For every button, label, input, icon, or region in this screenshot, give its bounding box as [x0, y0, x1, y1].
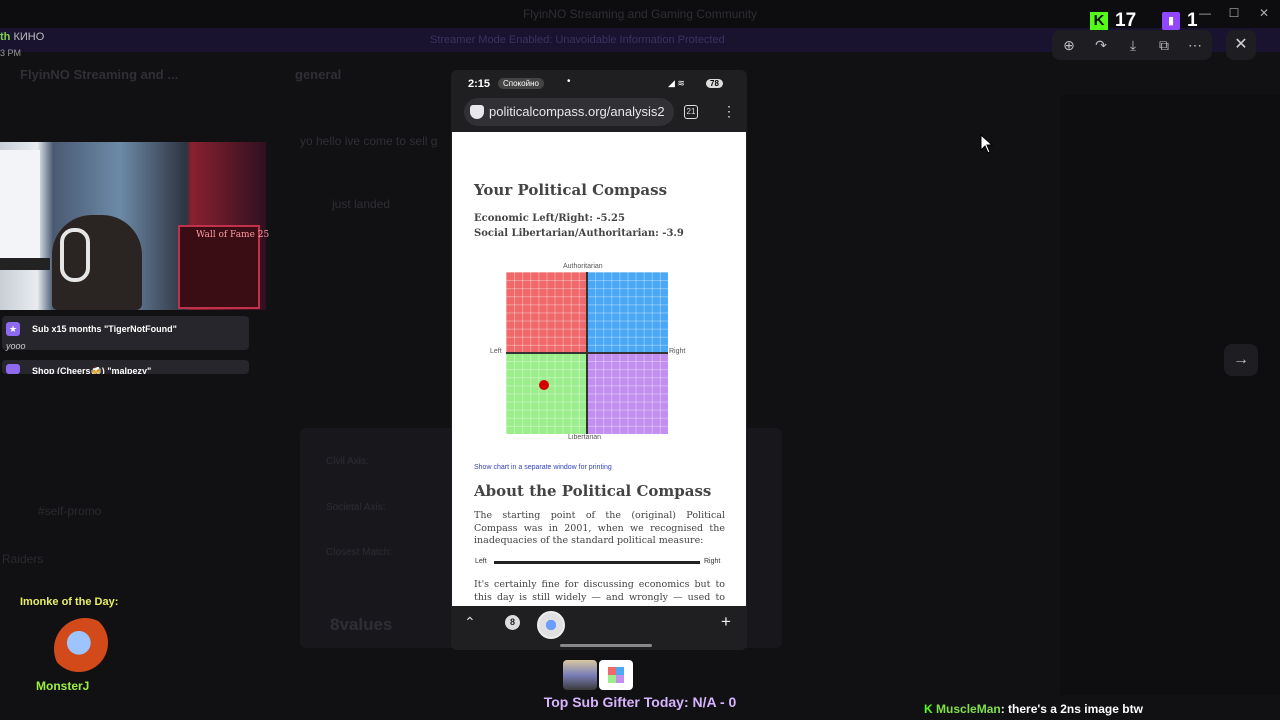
server-name[interactable]: FlyinNO Streaming and ...	[20, 67, 178, 82]
status-dot: •	[567, 76, 571, 87]
quadrant-lib-right	[587, 353, 668, 434]
more-icon[interactable]: ⋯	[1186, 36, 1204, 54]
twitch-viewer-count: 1	[1187, 10, 1198, 31]
shop-icon	[6, 364, 20, 374]
chat-username: MuscleMan	[936, 702, 1001, 716]
quadrant-auth-right	[587, 272, 668, 353]
stream-time: 3 PM	[0, 48, 22, 58]
axis-label-right: Right	[669, 348, 686, 355]
browser-bottom-bar	[452, 606, 746, 644]
member-list-panel	[1060, 95, 1280, 695]
star-icon: ★	[6, 322, 20, 336]
url-text[interactable]: politicalcompass.org/analysis2	[489, 104, 665, 119]
monke-of-day-title: Imonke of the Day:	[20, 596, 119, 608]
modal-title: 8values	[330, 615, 393, 634]
chevron-up-icon[interactable]: ⌃	[464, 614, 476, 631]
axis-label-top: Authoritarian	[563, 263, 603, 270]
mouse-cursor-icon	[980, 134, 994, 154]
channel-name: general	[295, 67, 342, 82]
social-score: Social Libertarian/Authoritarian: -3.9	[474, 228, 684, 239]
quadrant-lib-left	[506, 353, 587, 434]
badge-label: КИНО	[13, 31, 45, 43]
quadrant-auth-left	[506, 272, 587, 353]
download-icon[interactable]: ⤓	[1124, 36, 1142, 54]
print-chart-link[interactable]: Show chart in a separate window for prin…	[474, 464, 612, 471]
about-paragraph: The starting point of the (original) Pol…	[474, 510, 725, 546]
kick-icon: K	[1090, 12, 1108, 30]
maximize-button[interactable]: ☐	[1227, 6, 1241, 20]
monke-of-day-name: MonsterJ	[36, 679, 90, 693]
browser-menu-icon[interactable]: ⋮	[722, 103, 736, 120]
tabs-button[interactable]: 8	[505, 615, 520, 630]
sidebar-section-raiders: Raiders	[2, 552, 44, 566]
webcam-keyboard	[0, 258, 50, 270]
background-window-title: FlyinNO Streaming and Gaming Community	[522, 7, 758, 21]
twitch-icon: ▮	[1162, 12, 1180, 30]
economic-score: Economic Left/Right: -5.25	[474, 213, 625, 224]
modal-row-civil: Civil Axis:	[326, 456, 369, 467]
modal-row-societal: Societal Axis:	[326, 502, 386, 513]
political-compass-chart	[506, 272, 668, 434]
window-close-button[interactable]: ✕	[1257, 6, 1271, 20]
modal-row-closest: Closest Match:	[326, 547, 393, 558]
webcam-window-light	[0, 150, 40, 258]
alert-sub-message: yooo	[6, 341, 26, 351]
tab-switcher-icon[interactable]: 21	[684, 105, 698, 119]
background-message-1: yo hello ive come to sell g	[300, 134, 438, 148]
next-image-button[interactable]: →	[1224, 344, 1258, 376]
new-tab-icon[interactable]: +	[721, 612, 731, 632]
active-tab-icon[interactable]	[537, 611, 565, 639]
thumbnail-1[interactable]	[563, 660, 597, 690]
left-right-scale	[494, 561, 700, 564]
shield-icon	[470, 105, 484, 119]
webcam-sign-text: Wall of Fame 25	[196, 230, 270, 240]
gesture-bar	[560, 644, 652, 647]
monke-logo-icon	[54, 618, 116, 680]
stream-badge: th КИНО	[0, 31, 44, 43]
alert-shop-title: Shop (Cheers🍻) "malpezy"	[32, 366, 152, 374]
kick-chat-icon: K	[924, 702, 933, 716]
battery-level: 78	[706, 79, 723, 88]
chat-text: : there's a 2ns image btw	[1000, 702, 1143, 716]
thumbnail-2[interactable]	[599, 660, 633, 690]
signal-wifi-icon: ◢ ≋	[668, 78, 685, 88]
about-heading: About the Political Compass	[474, 482, 712, 500]
alert-sub-title: Sub x15 months "TigerNotFound"	[32, 324, 177, 334]
scale-left-label: Left	[475, 558, 487, 565]
background-message-2: just landed	[332, 197, 391, 211]
second-paragraph: It's certainly fine for discussing econo…	[474, 579, 725, 605]
share-icon[interactable]: ↷	[1092, 36, 1110, 54]
image-viewer-close-button[interactable]: ✕	[1226, 30, 1256, 60]
open-external-icon[interactable]: ⧉	[1155, 36, 1173, 54]
chat-message: K MuscleMan: there's a 2ns image btw	[924, 702, 1143, 716]
vertical-axis	[586, 272, 588, 434]
streamer-mode-banner-text: Streamer Mode Enabled: Unavoidable Infor…	[430, 34, 725, 46]
axis-label-bottom: Libertarian	[568, 434, 602, 441]
scale-right-label: Right	[704, 558, 721, 565]
axis-label-left: Left	[490, 348, 502, 355]
minimize-button[interactable]: —	[1198, 6, 1212, 20]
zoom-in-icon[interactable]: ⊕	[1060, 36, 1078, 54]
sidebar-channel-self-promo[interactable]: #self-promo	[38, 504, 101, 518]
status-mode: Спокойно	[498, 78, 544, 89]
page-heading: Your Political Compass	[474, 181, 668, 199]
headset-icon	[60, 228, 90, 282]
status-time: 2:15	[468, 78, 491, 90]
badge-prefix: th	[0, 31, 11, 43]
kick-viewer-count: 17	[1115, 10, 1137, 31]
